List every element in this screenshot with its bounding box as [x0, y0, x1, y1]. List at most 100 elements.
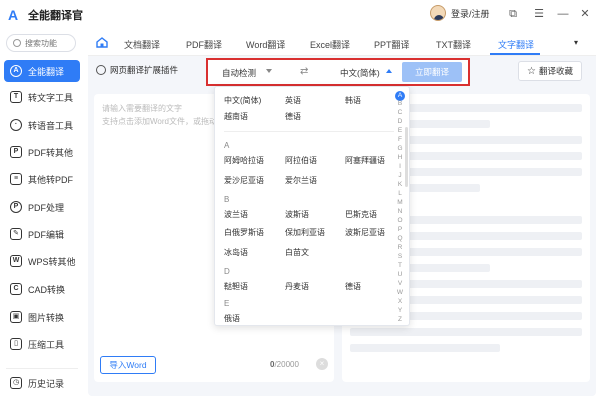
sidebar-item-text-tool[interactable]: T 转文字工具	[4, 86, 80, 108]
alphabet-letter-b[interactable]: B	[395, 100, 405, 107]
sidebar-item-speech-tool[interactable]: · 转语音工具	[4, 114, 80, 136]
sidebar-item-translate[interactable]: A 全能翻译	[4, 60, 80, 82]
language-option[interactable]: 白俄罗斯语	[224, 227, 264, 238]
alphabet-letter-p[interactable]: P	[395, 226, 405, 233]
language-option[interactable]: 爱沙尼亚语	[224, 175, 264, 186]
login-area[interactable]: 登录/注册	[430, 5, 490, 21]
minimize-icon[interactable]: —	[556, 7, 570, 21]
alphabet-letter-c[interactable]: C	[395, 109, 405, 116]
alphabet-letter-f[interactable]: F	[395, 136, 405, 143]
alphabet-letter-m[interactable]: M	[395, 199, 405, 206]
language-option[interactable]: 德语	[345, 281, 361, 292]
favorites-button[interactable]: ☆ 翻译收藏	[518, 61, 582, 81]
clear-icon[interactable]: ×	[316, 358, 328, 370]
language-option[interactable]: 保加利亚语	[285, 227, 325, 238]
language-option[interactable]: 中文(简体)	[224, 95, 261, 106]
sidebar-item-cad-convert[interactable]: C CAD转换	[4, 278, 80, 300]
sidebar-item-image-convert[interactable]: ▣ 图片转换	[4, 306, 80, 328]
tab-txt[interactable]: TXT翻译	[436, 38, 471, 51]
language-option[interactable]: 英语	[285, 95, 301, 106]
sidebar-item-compress[interactable]: ▯ 压缩工具	[4, 333, 80, 355]
alphabet-letter-x[interactable]: X	[395, 298, 405, 305]
alphabet-letter-r[interactable]: R	[395, 244, 405, 251]
swap-icon[interactable]: ⇄	[300, 66, 308, 77]
language-dropdown[interactable]: 中文(简体) 英语 韩语 越南语 德语 A 阿姆哈拉语 阿拉伯语 阿塞拜疆语 爱…	[214, 86, 410, 326]
alphabet-letter-n[interactable]: N	[395, 208, 405, 215]
alphabet-letter-g[interactable]: G	[395, 145, 405, 152]
source-input-placeholder[interactable]: 请输入需要翻译的文字 支持点击添加Word文件，或拖动	[102, 102, 222, 128]
section-letter: A	[224, 141, 230, 150]
alphabet-letter-z[interactable]: Z	[395, 316, 405, 323]
tab-ppt[interactable]: PPT翻译	[374, 38, 410, 51]
skeleton-line	[350, 344, 500, 352]
tab-excel[interactable]: Excel翻译	[310, 38, 350, 51]
star-icon: ☆	[527, 65, 536, 77]
alphabet-letter-v[interactable]: V	[395, 280, 405, 287]
sidebar-item-label: 压缩工具	[28, 339, 65, 350]
language-option[interactable]: 德语	[285, 111, 301, 122]
language-option[interactable]: 波兰语	[224, 209, 248, 220]
language-option[interactable]: 丹麦语	[285, 281, 309, 292]
menu-icon[interactable]: ☰	[532, 7, 546, 21]
alphabet-letter-h[interactable]: H	[395, 154, 405, 161]
alphabet-letter-s[interactable]: S	[395, 253, 405, 260]
avatar[interactable]	[430, 5, 446, 21]
browser-extension-button[interactable]: 网页翻译扩展插件	[96, 64, 178, 76]
alphabet-letter-e[interactable]: E	[395, 127, 405, 134]
language-option[interactable]: 俄语	[224, 313, 240, 324]
alphabet-letter-l[interactable]: L	[395, 190, 405, 197]
sidebar: A 全能翻译 T 转文字工具 · 转语音工具 P PDF转其他 ≡ 其他转PDF…	[0, 30, 84, 400]
sidebar-item-pdf-edit[interactable]: ✎ PDF编辑	[4, 223, 80, 245]
sidebar-item-other-to-pdf[interactable]: ≡ 其他转PDF	[4, 168, 80, 190]
alphabet-letter-k[interactable]: K	[395, 181, 405, 188]
alphabet-letter-w[interactable]: W	[395, 289, 405, 296]
alphabet-letter-i[interactable]: I	[395, 163, 405, 170]
language-option[interactable]: 韩语	[345, 95, 361, 106]
alphabet-letter-d[interactable]: D	[395, 118, 405, 125]
language-option[interactable]: 波斯语	[285, 209, 309, 220]
title-bar: A 全能翻译官 登录/注册 ⧉ ☰ — ✕	[0, 0, 600, 30]
language-option[interactable]: 阿塞拜疆语	[345, 155, 385, 166]
language-option[interactable]: 越南语	[224, 111, 248, 122]
chevron-up-icon[interactable]	[386, 69, 392, 73]
tab-text-translate[interactable]: 文字翻译	[498, 38, 534, 51]
import-word-button[interactable]: 导入Word	[100, 356, 156, 374]
chevron-down-icon[interactable]	[266, 69, 272, 73]
language-option[interactable]: 巴斯克语	[345, 209, 377, 220]
char-count-max: /20000	[274, 360, 299, 369]
favorites-label: 翻译收藏	[538, 66, 573, 76]
app-title: 全能翻译官	[28, 10, 83, 22]
maximize-icon[interactable]: ⧉	[506, 7, 520, 21]
language-option[interactable]: 阿拉伯语	[285, 155, 317, 166]
close-icon[interactable]: ✕	[578, 7, 592, 21]
search-input[interactable]	[25, 38, 73, 48]
target-language-select[interactable]: 中文(简体)	[340, 67, 380, 79]
dropdown-scrollbar[interactable]	[405, 127, 408, 187]
alphabet-letter-t[interactable]: T	[395, 262, 405, 269]
language-option[interactable]: 白苗文	[285, 247, 309, 258]
source-language-select[interactable]: 自动检测	[222, 67, 256, 79]
sidebar-item-wps-to-other[interactable]: W WPS转其他	[4, 250, 80, 272]
sidebar-item-pdf-process[interactable]: P PDF处理	[4, 196, 80, 218]
alphabet-letter-j[interactable]: J	[395, 172, 405, 179]
tab-word[interactable]: Word翻译	[246, 38, 285, 51]
section-letter: B	[224, 195, 230, 204]
home-icon[interactable]	[96, 37, 108, 48]
alphabet-letter-o[interactable]: O	[395, 217, 405, 224]
sidebar-item-history[interactable]: ◷ 历史记录	[4, 372, 80, 394]
language-option[interactable]: 爱尔兰语	[285, 175, 317, 186]
tab-document[interactable]: 文档翻译	[124, 38, 160, 51]
sidebar-item-pdf-to-other[interactable]: P PDF转其他	[4, 141, 80, 163]
language-option[interactable]: 冰岛语	[224, 247, 248, 258]
alphabet-letter-q[interactable]: Q	[395, 235, 405, 242]
sidebar-search[interactable]	[6, 34, 76, 52]
language-option[interactable]: 阿姆哈拉语	[224, 155, 264, 166]
alphabet-letter-y[interactable]: Y	[395, 307, 405, 314]
tab-pdf[interactable]: PDF翻译	[186, 38, 222, 51]
language-option[interactable]: 波斯尼亚语	[345, 227, 385, 238]
language-option[interactable]: 鞑靼语	[224, 281, 248, 292]
translate-button[interactable]: 立即翻译	[402, 62, 462, 82]
tabs-more-icon[interactable]: ▾	[574, 38, 578, 47]
login-link[interactable]: 登录/注册	[451, 7, 490, 20]
alphabet-letter-u[interactable]: U	[395, 271, 405, 278]
